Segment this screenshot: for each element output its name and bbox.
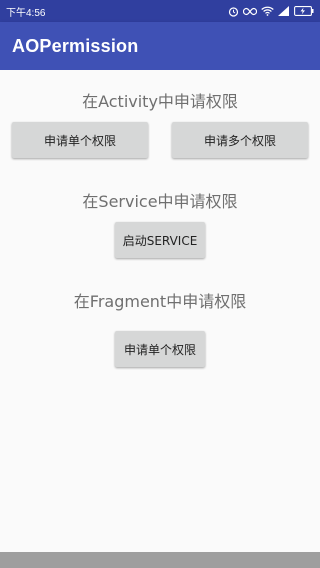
screen: 下午4:56 AOPermission 在Activity中申请权限 申请单个权… bbox=[0, 0, 320, 568]
navigation-bar bbox=[0, 552, 320, 568]
service-section-label: 在Service中申请权限 bbox=[82, 192, 238, 211]
status-time: 下午4:56 bbox=[6, 7, 46, 19]
alarm-icon bbox=[228, 6, 239, 17]
app-bar: AOPermission bbox=[0, 22, 320, 70]
activity-multiple-permission-button[interactable]: 申请多个权限 bbox=[172, 122, 308, 158]
fragment-section-label: 在Fragment中申请权限 bbox=[73, 292, 247, 311]
app-title: AOPermission bbox=[12, 35, 139, 56]
start-service-button[interactable]: 启动SERVICE bbox=[115, 222, 205, 258]
wifi-icon bbox=[261, 6, 274, 16]
battery-charging-icon bbox=[294, 6, 314, 16]
infinity-icon bbox=[243, 7, 257, 16]
activity-section-label: 在Activity中申请权限 bbox=[82, 92, 238, 111]
fragment-single-permission-button[interactable]: 申请单个权限 bbox=[115, 331, 205, 367]
main-content: 在Activity中申请权限 申请单个权限 申请多个权限 在Service中申请… bbox=[0, 70, 320, 552]
status-icons bbox=[228, 6, 314, 17]
activity-single-permission-button[interactable]: 申请单个权限 bbox=[12, 122, 148, 158]
signal-icon bbox=[278, 6, 290, 16]
status-bar: 下午4:56 bbox=[0, 0, 320, 22]
